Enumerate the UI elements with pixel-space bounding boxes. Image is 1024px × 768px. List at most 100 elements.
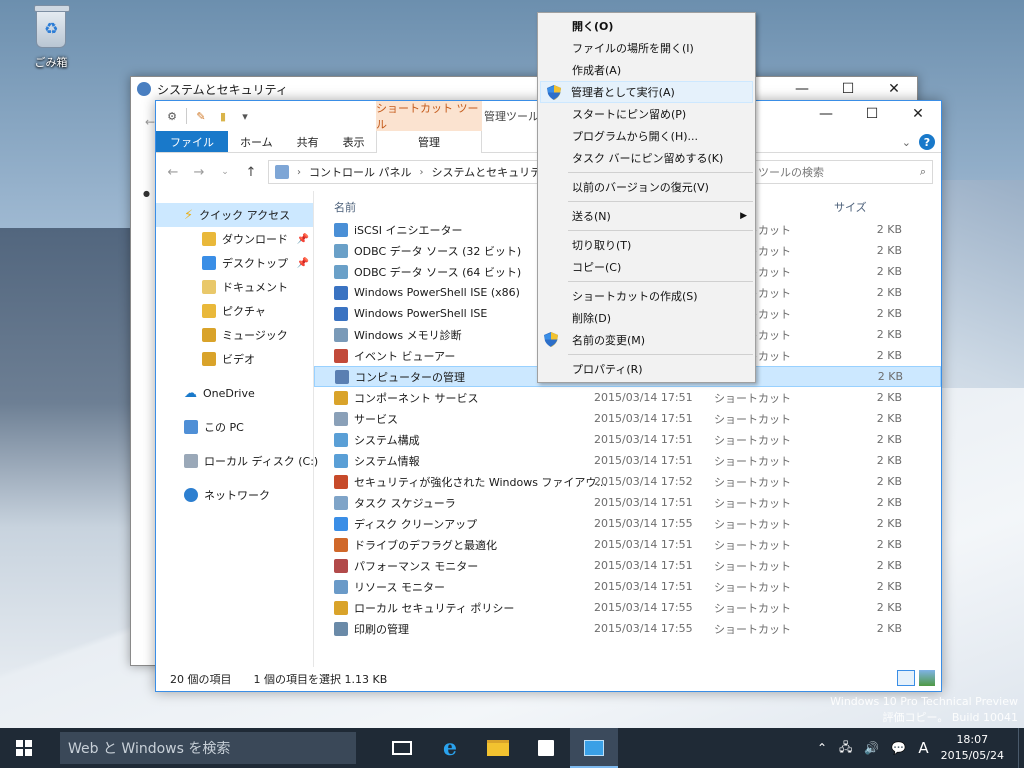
file-type: ショートカット: [714, 433, 791, 447]
table-row[interactable]: ディスク クリーンアップ 2015/03/14 17:55 ショートカット 2 KB: [314, 513, 941, 534]
task-view-button[interactable]: [378, 728, 426, 768]
menu-item-pin-start[interactable]: スタートにピン留め(P): [538, 103, 755, 125]
menu-item-run-as-admin[interactable]: 管理者として実行(A): [540, 81, 753, 103]
menu-item-author[interactable]: 作成者(A): [538, 59, 755, 81]
menu-item-copy[interactable]: コピー(C): [538, 256, 755, 278]
details-view-icon[interactable]: [897, 670, 915, 686]
show-desktop-button[interactable]: [1018, 728, 1024, 768]
menu-item-send-to[interactable]: 送る(N) ▶: [538, 205, 755, 227]
task-view-icon: [392, 741, 412, 755]
up-arrow-icon[interactable]: ↑: [242, 163, 260, 181]
table-row[interactable]: タスク スケジューラ 2015/03/14 17:51 ショートカット 2 KB: [314, 492, 941, 513]
vertical-scrollbar[interactable]: [923, 191, 941, 667]
nav-item-onedrive[interactable]: ☁ OneDrive: [156, 381, 313, 405]
table-row[interactable]: ドライブのデフラグと最適化 2015/03/14 17:51 ショートカット 2 KB: [314, 534, 941, 555]
breadcrumb-item[interactable]: システムとセキュリティ: [432, 164, 552, 180]
menu-item-delete[interactable]: 削除(D): [538, 307, 755, 329]
nav-item-documents[interactable]: ドキュメント: [156, 275, 313, 299]
action-center-icon[interactable]: 💬: [891, 741, 906, 755]
nav-item-desktop[interactable]: デスクトップ 📌: [156, 251, 313, 275]
table-row[interactable]: システム情報 2015/03/14 17:51 ショートカット 2 KB: [314, 450, 941, 471]
nav-item-videos[interactable]: ビデオ: [156, 347, 313, 371]
table-row[interactable]: サービス 2015/03/14 17:51 ショートカット 2 KB: [314, 408, 941, 429]
tab-home[interactable]: ホーム: [228, 131, 285, 152]
maximize-button[interactable]: ☐: [849, 101, 895, 127]
window-system-icon[interactable]: ⚙: [164, 108, 180, 124]
ie-button[interactable]: e: [426, 728, 474, 768]
file-size: 2 KB: [876, 580, 902, 593]
table-row[interactable]: ローカル セキュリティ ポリシー 2015/03/14 17:55 ショートカット 2…: [314, 597, 941, 618]
recent-locations-icon[interactable]: ⌄: [216, 163, 234, 181]
file-size: 2 KB: [876, 223, 902, 236]
menu-item-pin-taskbar[interactable]: タスク バーにピン留めする(K): [538, 147, 755, 169]
nav-item-network[interactable]: ネットワーク: [156, 483, 313, 507]
new-folder-icon[interactable]: ▮: [215, 108, 231, 124]
table-row[interactable]: セキュリティが強化された Windows ファイアウ... 2015/03/14 …: [314, 471, 941, 492]
qat-dropdown-icon[interactable]: ▾: [237, 108, 253, 124]
search-box[interactable]: ツールの検索 ⌕: [751, 160, 933, 184]
back-arrow-icon[interactable]: ←: [164, 163, 182, 181]
admin-tools-taskbar-button[interactable]: [570, 728, 618, 768]
back-minimize-button[interactable]: —: [779, 77, 825, 101]
network-tray-icon[interactable]: 🖧: [839, 738, 852, 759]
file-explorer-button[interactable]: [474, 728, 522, 768]
forward-arrow-icon[interactable]: →: [190, 163, 208, 181]
menu-item-rename[interactable]: 名前の変更(M): [538, 329, 755, 351]
recycle-bin-icon: ♻: [34, 5, 70, 48]
file-name: Windows PowerShell ISE: [354, 307, 488, 320]
back-maximize-button[interactable]: ☐: [825, 77, 871, 101]
menu-item-create-shortcut[interactable]: ショートカットの作成(S): [538, 285, 755, 307]
menu-item-cut[interactable]: 切り取り(T): [538, 234, 755, 256]
column-size[interactable]: サイズ: [834, 199, 867, 215]
menu-item-restore-versions[interactable]: 以前のバージョンの復元(V): [538, 176, 755, 198]
pin-icon[interactable]: 📌: [297, 234, 309, 245]
menu-separator: [568, 281, 753, 282]
nav-item-pictures[interactable]: ピクチャ: [156, 299, 313, 323]
file-type: ショートカット: [714, 559, 791, 573]
clock[interactable]: 18:07 2015/05/24: [941, 732, 1004, 764]
downloads-folder-icon: [202, 232, 216, 246]
tab-view[interactable]: 表示: [331, 131, 377, 152]
nav-item-quick-access[interactable]: ⚡ クイック アクセス: [156, 203, 313, 227]
pin-icon[interactable]: 📌: [297, 258, 309, 269]
tab-file[interactable]: ファイル: [156, 131, 228, 152]
back-close-button[interactable]: ✕: [871, 77, 917, 101]
start-button[interactable]: [0, 728, 48, 768]
store-button[interactable]: [522, 728, 570, 768]
large-icons-view-icon[interactable]: [919, 670, 935, 686]
nav-item-music[interactable]: ミュージック: [156, 323, 313, 347]
menu-item-open-location[interactable]: ファイルの場所を開く(I): [538, 37, 755, 59]
minimize-button[interactable]: —: [803, 101, 849, 127]
nav-item-this-pc[interactable]: この PC: [156, 415, 313, 439]
column-name[interactable]: 名前: [334, 199, 356, 215]
show-hidden-icons-icon[interactable]: ⌃: [817, 741, 827, 755]
properties-icon[interactable]: ✎: [193, 108, 209, 124]
table-row[interactable]: パフォーマンス モニター 2015/03/14 17:51 ショートカット 2 KB: [314, 555, 941, 576]
help-icon[interactable]: ?: [919, 134, 935, 150]
table-row[interactable]: システム構成 2015/03/14 17:51 ショートカット 2 KB: [314, 429, 941, 450]
file-size: 2 KB: [876, 265, 902, 278]
menu-item-properties[interactable]: プロパティ(R): [538, 358, 755, 380]
tab-share[interactable]: 共有: [285, 131, 331, 152]
table-row[interactable]: コンポーネント サービス 2015/03/14 17:51 ショートカット 2 KB: [314, 387, 941, 408]
nav-item-downloads[interactable]: ダウンロード 📌: [156, 227, 313, 251]
search-input[interactable]: ツールの検索: [758, 164, 824, 180]
taskbar-search-input[interactable]: Web と Windows を検索: [68, 738, 230, 758]
table-row[interactable]: リソース モニター 2015/03/14 17:51 ショートカット 2 KB: [314, 576, 941, 597]
menu-item-open-with[interactable]: プログラムから開く(H)...: [538, 125, 755, 147]
recycle-bin-shortcut[interactable]: ♻ ごみ箱: [22, 5, 80, 70]
ribbon-expand-icon[interactable]: ⌄: [902, 136, 911, 149]
close-button[interactable]: ✕: [895, 101, 941, 127]
menu-item-open[interactable]: 開く(O): [538, 15, 755, 37]
volume-icon[interactable]: 🔊: [864, 741, 879, 755]
ime-indicator[interactable]: A: [918, 739, 928, 757]
windows-logo-icon: [16, 740, 32, 756]
breadcrumb-item[interactable]: コントロール パネル: [309, 164, 412, 180]
selection-info: 1 個の項目を選択 1.13 KB: [253, 673, 388, 686]
file-size: 2 KB: [876, 328, 902, 341]
table-row[interactable]: 印刷の管理 2015/03/14 17:55 ショートカット 2 KB: [314, 618, 941, 639]
tab-manage[interactable]: 管理: [376, 131, 482, 153]
nav-item-local-disk[interactable]: ローカル ディスク (C:): [156, 449, 318, 473]
taskbar-search-box[interactable]: Web と Windows を検索: [60, 732, 356, 764]
file-size: 2 KB: [876, 622, 902, 635]
